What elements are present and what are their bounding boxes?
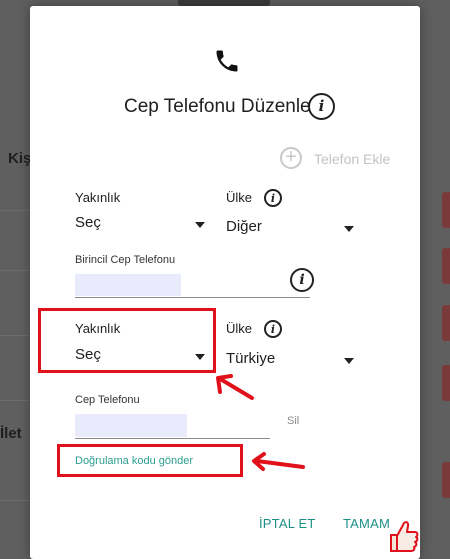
background-divider bbox=[0, 210, 30, 211]
caret-down-icon bbox=[195, 222, 205, 228]
secondary-country-label: Ülke bbox=[226, 321, 253, 336]
delete-phone-link[interactable]: Sil bbox=[287, 415, 299, 427]
secondary-phone-label: Cep Telefonu bbox=[75, 394, 140, 406]
background-item-marker bbox=[442, 192, 450, 228]
thumbs-up-icon bbox=[390, 521, 419, 552]
info-icon[interactable]: i bbox=[308, 93, 335, 120]
primary-phone-label: Birincil Cep Telefonu bbox=[75, 254, 176, 266]
background-item-marker bbox=[442, 365, 450, 401]
primary-relation-label: Yakınlık bbox=[75, 190, 121, 205]
background-item-marker bbox=[442, 305, 450, 341]
primary-country-value: Diğer bbox=[226, 218, 262, 235]
secondary-phone-underline bbox=[75, 438, 270, 439]
plus-circle-icon: + bbox=[280, 147, 302, 169]
background-divider bbox=[0, 335, 30, 336]
background-item-marker bbox=[442, 248, 450, 284]
annotation-highlight-box bbox=[57, 444, 243, 477]
caret-down-icon bbox=[344, 358, 354, 364]
background-divider bbox=[0, 400, 30, 401]
ok-button[interactable]: TAMAM bbox=[343, 516, 390, 531]
annotation-highlight-box bbox=[38, 308, 216, 373]
primary-relation-value: Seç bbox=[75, 214, 101, 231]
info-icon[interactable]: i bbox=[264, 320, 282, 338]
primary-country-label: Ülke bbox=[226, 190, 253, 205]
caret-down-icon bbox=[344, 226, 354, 232]
background-section-label: Kiş bbox=[8, 150, 32, 167]
primary-relation-select[interactable]: Seç bbox=[75, 214, 207, 240]
background-section-label: İlet bbox=[0, 425, 22, 442]
primary-country-select[interactable]: Diğer bbox=[226, 218, 356, 244]
background-item-marker bbox=[442, 462, 450, 498]
background-divider bbox=[0, 270, 30, 271]
phone-icon bbox=[216, 50, 238, 72]
annotation-arrow-icon bbox=[252, 452, 305, 471]
primary-phone-underline bbox=[75, 297, 310, 298]
cancel-button[interactable]: İPTAL ET bbox=[259, 516, 316, 531]
info-icon[interactable]: i bbox=[290, 268, 314, 292]
add-phone-label: Telefon Ekle bbox=[314, 151, 391, 167]
info-icon[interactable]: i bbox=[264, 189, 282, 207]
annotation-arrow-icon bbox=[216, 374, 254, 400]
background-divider bbox=[0, 500, 30, 501]
secondary-country-value: Türkiye bbox=[226, 350, 276, 367]
secondary-phone-input[interactable] bbox=[75, 414, 187, 437]
primary-phone-input[interactable] bbox=[75, 274, 181, 296]
dialog-title: Cep Telefonu Düzenle bbox=[124, 96, 311, 117]
